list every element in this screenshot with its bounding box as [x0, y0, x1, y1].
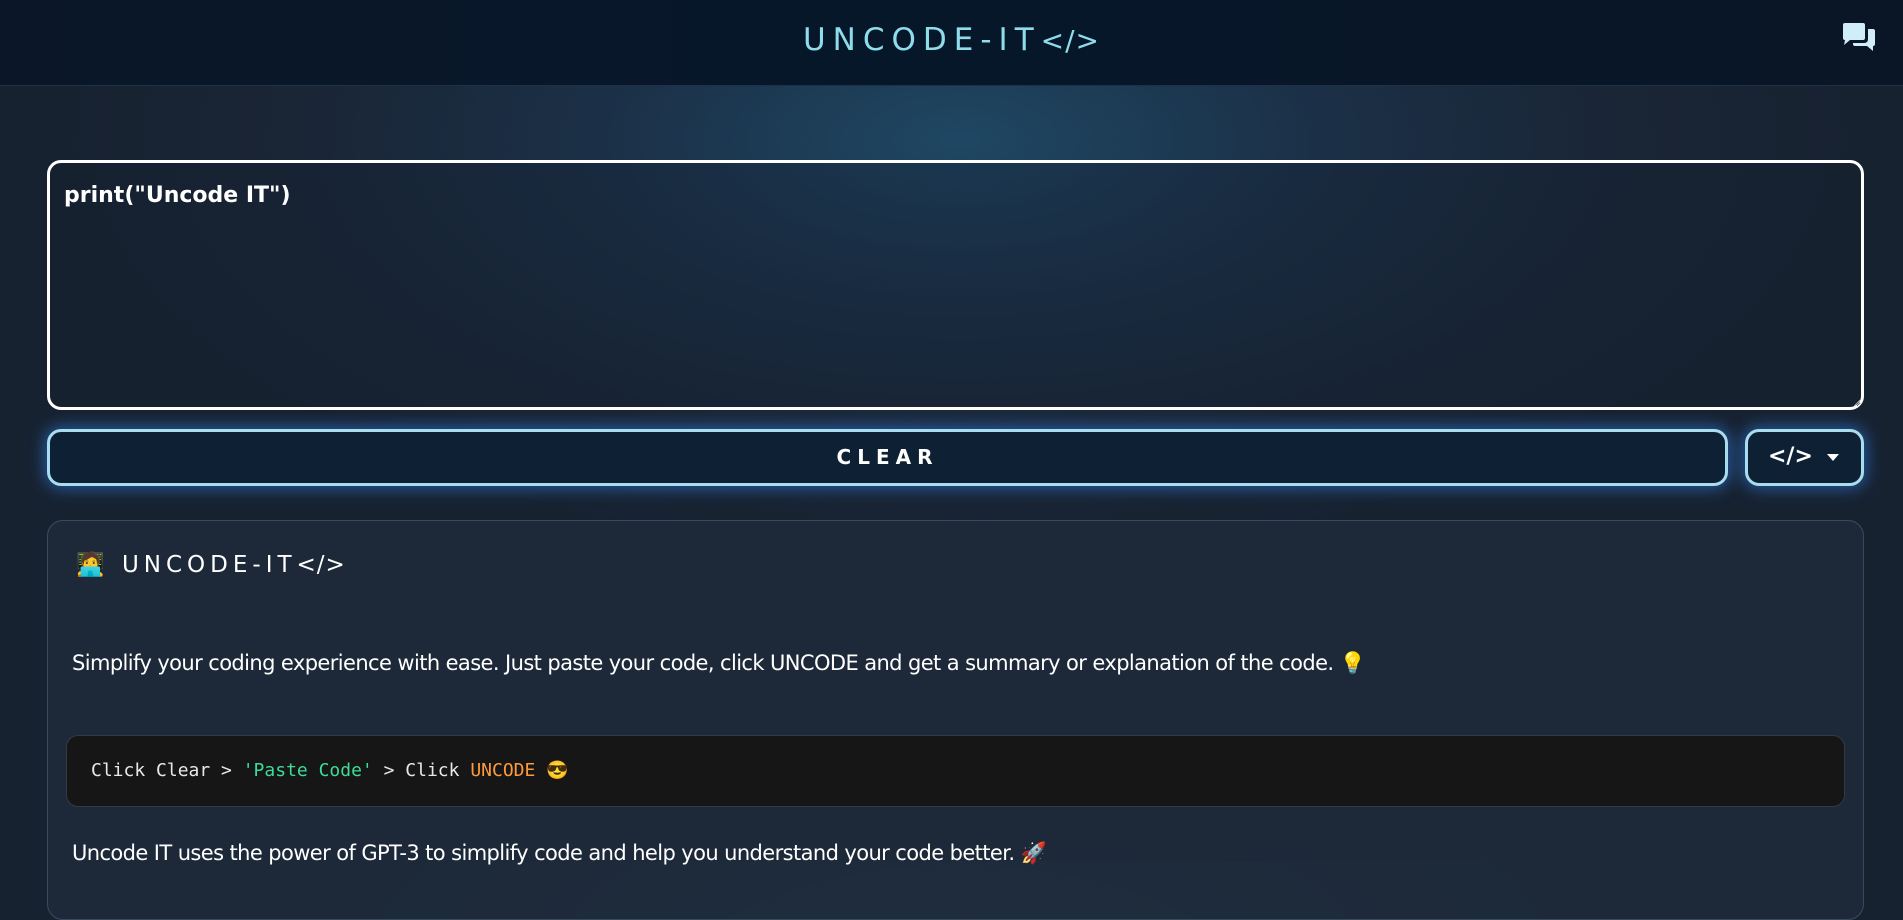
card-title-text: UNCODE-IT [121, 552, 297, 578]
chevron-down-icon [1827, 454, 1839, 461]
technologist-emoji-icon: 🧑‍💻 [76, 552, 110, 578]
code-token-text: Click Clear > [91, 760, 243, 781]
clear-button[interactable]: CLEAR [47, 429, 1728, 486]
info-card: 🧑‍💻 UNCODE-IT</> Simplify your coding ex… [47, 520, 1864, 920]
language-select[interactable]: </> [1745, 429, 1864, 486]
code-token-string: 'Paste Code' [242, 760, 373, 781]
card-title-tag: </> [296, 552, 346, 578]
card-title: 🧑‍💻 UNCODE-IT</> [76, 551, 346, 578]
code-token-keyword: UNCODE [470, 760, 536, 781]
code-token-text: > Click [372, 760, 471, 781]
app-title-text: UNCODE-IT [802, 22, 1041, 58]
app-title-tag: </> [1040, 24, 1100, 57]
sunglasses-emoji-icon: 😎 [535, 760, 569, 781]
chat-bubbles-icon[interactable] [1841, 22, 1877, 56]
app-header: UNCODE-IT</> [0, 0, 1903, 86]
app-title: UNCODE-IT</> [0, 22, 1903, 58]
code-icon: </> [1768, 444, 1813, 469]
code-input[interactable] [47, 160, 1864, 410]
card-footer-text: Uncode IT uses the power of GPT-3 to sim… [72, 841, 1047, 865]
card-description: Simplify your coding experience with eas… [72, 651, 1366, 675]
code-example-block: Click Clear > 'Paste Code' > Click UNCOD… [66, 735, 1845, 807]
code-example-line: Click Clear > 'Paste Code' > Click UNCOD… [91, 760, 569, 781]
